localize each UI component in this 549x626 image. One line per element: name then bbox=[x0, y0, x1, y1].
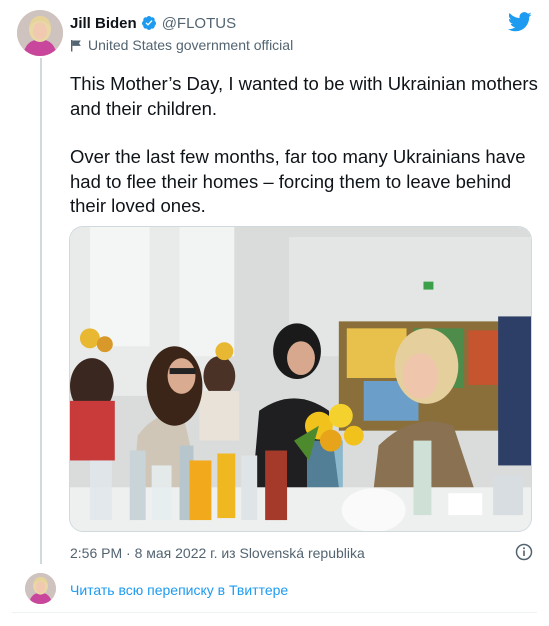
tweet-timestamp[interactable]: 2:56 PM · 8 мая 2022 г. из Slovenská rep… bbox=[70, 545, 365, 561]
author-avatar-image bbox=[17, 10, 63, 56]
read-full-thread-link[interactable]: Читать всю переписку в Твиттере bbox=[70, 582, 288, 598]
tweet-photo[interactable] bbox=[69, 226, 532, 532]
tweet-paragraph-2: Over the last few months, far too many U… bbox=[70, 146, 526, 216]
verified-badge-icon bbox=[141, 16, 156, 30]
author-avatar[interactable] bbox=[17, 10, 63, 56]
reader-avatar[interactable] bbox=[25, 573, 56, 604]
flag-icon bbox=[71, 39, 81, 51]
reader-avatar-image bbox=[25, 573, 56, 604]
tweet-header: Jill Biden @FLOTUS United States governm… bbox=[70, 13, 539, 55]
author-name-row: Jill Biden @FLOTUS bbox=[70, 13, 539, 33]
thread-connector-line bbox=[40, 58, 42, 564]
embedded-tweet-card: Jill Biden @FLOTUS United States governm… bbox=[0, 0, 549, 626]
tweet-body: This Mother’s Day, I wanted to be with U… bbox=[70, 72, 540, 219]
government-label-text: United States government official bbox=[88, 37, 294, 53]
photo-scene bbox=[70, 227, 531, 531]
info-circle-icon[interactable] bbox=[515, 543, 533, 561]
government-label-row: United States government official bbox=[70, 35, 539, 55]
author-display-name[interactable]: Jill Biden bbox=[70, 15, 137, 32]
author-handle[interactable]: @FLOTUS bbox=[162, 15, 236, 32]
tweet-paragraph-1: This Mother’s Day, I wanted to be with U… bbox=[70, 73, 538, 119]
twitter-bird-icon[interactable] bbox=[508, 11, 532, 33]
bottom-divider bbox=[12, 612, 537, 613]
